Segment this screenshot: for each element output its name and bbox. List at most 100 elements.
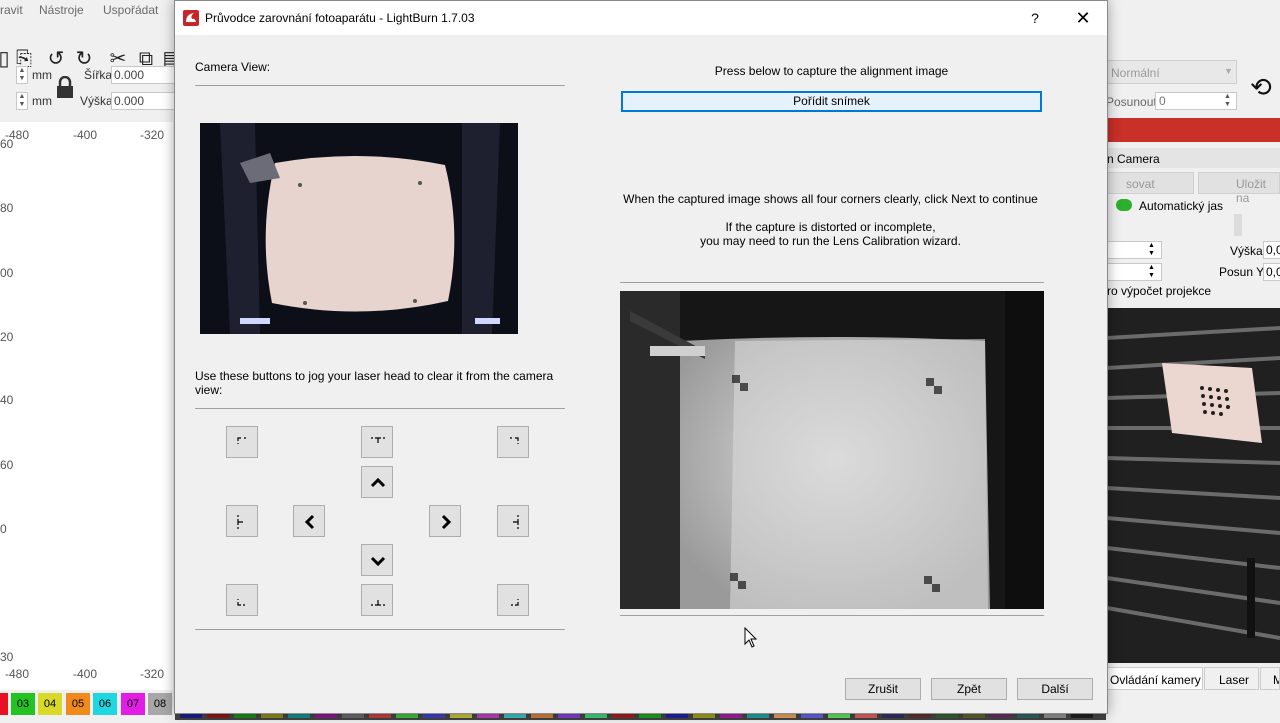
background-right-top bbox=[1107, 0, 1280, 55]
ruler-y-label: 60 bbox=[0, 458, 14, 472]
divider bbox=[195, 408, 565, 409]
jog-left-button[interactable] bbox=[293, 505, 325, 537]
palette-swatch[interactable] bbox=[0, 693, 8, 715]
shift-y-field-value: 0,0 bbox=[1266, 265, 1280, 279]
ruler-y-label: 60 bbox=[0, 137, 14, 151]
shift-y-field[interactable]: 0,0 bbox=[1263, 263, 1280, 281]
palette-swatch[interactable]: 05 bbox=[66, 693, 90, 715]
jog-top-center-button[interactable] bbox=[361, 426, 393, 458]
camera-alignment-dialog: Průvodce zarovnání fotoaparátu - LightBu… bbox=[174, 0, 1108, 714]
ruler-y-label: 20 bbox=[0, 330, 14, 344]
unit-label-2: mm bbox=[32, 94, 52, 108]
background-toolbar: ▯ ⎘ ↺ ↻ ✂ ⧉ ▤ bbox=[0, 22, 181, 70]
jog-top-left-button[interactable] bbox=[226, 426, 258, 458]
camera-button-left[interactable]: sovat bbox=[1107, 172, 1194, 194]
shift-field[interactable]: 0 ▲ ▼ bbox=[1155, 92, 1237, 110]
height-field-right-value: 0,0 bbox=[1266, 243, 1280, 257]
divider bbox=[195, 85, 565, 86]
tab-camera-control[interactable]: Ovládání kamery bbox=[1107, 667, 1203, 690]
mode-select[interactable]: Normální ▼ bbox=[1107, 60, 1237, 84]
save-to-button-label: Uložit na bbox=[1236, 177, 1267, 205]
corner-top-left-icon bbox=[237, 437, 246, 444]
captured-alignment-image bbox=[620, 291, 1044, 609]
next-button[interactable]: Další bbox=[1017, 678, 1093, 700]
ruler-y-label: 30 bbox=[0, 650, 14, 664]
edge-top-icon bbox=[371, 437, 385, 443]
auto-brightness-label: Automatický jas bbox=[1139, 199, 1224, 213]
ruler-x-label: -400 bbox=[73, 667, 98, 681]
jog-bottom-right-button[interactable] bbox=[497, 584, 529, 616]
tab-laser[interactable]: Laser bbox=[1204, 667, 1259, 690]
divider bbox=[620, 282, 1044, 283]
tab-camera-control-label: Ovládání kamery bbox=[1110, 673, 1201, 687]
dialog-title: Průvodce zarovnání fotoaparátu - LightBu… bbox=[205, 11, 475, 25]
jog-bottom-left-button[interactable] bbox=[226, 584, 258, 616]
cancel-button[interactable]: Zrušit bbox=[845, 678, 921, 700]
numeric-field-b[interactable]: ▲ ▼ bbox=[1107, 263, 1162, 281]
projection-text: ro výpočet projekce bbox=[1107, 284, 1212, 298]
tab-laser-label: Laser bbox=[1219, 673, 1250, 687]
arrow-left-icon bbox=[304, 514, 315, 530]
palette-swatch[interactable]: 07 bbox=[121, 693, 145, 715]
menu-edit[interactable]: ravit bbox=[0, 3, 23, 17]
capture-image-button[interactable]: Pořídit snímek bbox=[621, 91, 1042, 112]
chevron-down-icon: ▼ bbox=[1224, 66, 1233, 76]
distort-hint-line1: If the capture is distorted or incomplet… bbox=[725, 220, 936, 234]
camera-live-view bbox=[200, 123, 518, 334]
camera-panel-title: n Camera bbox=[1107, 152, 1160, 166]
ruler-x-label: -480 bbox=[5, 667, 30, 681]
tab-more[interactable]: M bbox=[1260, 667, 1280, 690]
numeric-field-a[interactable]: ▲ ▼ bbox=[1107, 241, 1162, 259]
background-menubar: ravit Nástroje Uspořádat bbox=[0, 0, 175, 22]
background-numeric-panel: ▲ ▼ mm ▲ ▼ mm Šířka 0.000 Výška 0.000 bbox=[0, 60, 175, 120]
arrow-up-icon bbox=[370, 477, 386, 488]
brightness-slider[interactable] bbox=[1234, 214, 1242, 236]
menu-arrange[interactable]: Uspořádat bbox=[103, 3, 158, 17]
camera-refresh-icon[interactable]: ⟲ bbox=[1250, 72, 1272, 103]
toggle-switch-icon[interactable] bbox=[1116, 199, 1132, 211]
unit-label-1: mm bbox=[32, 68, 52, 82]
edge-bottom-icon bbox=[371, 600, 385, 606]
divider bbox=[620, 615, 1044, 616]
edge-right-icon bbox=[513, 515, 519, 529]
height-field-right[interactable]: 0,0 bbox=[1263, 241, 1280, 259]
back-button[interactable]: Zpět bbox=[931, 678, 1007, 700]
shift-y-label: Posun Y bbox=[1219, 265, 1265, 279]
spin-arrows-icon: ▲ ▼ bbox=[1148, 264, 1155, 279]
palette-swatch[interactable]: 03 bbox=[11, 693, 35, 715]
distort-hint-line2: you may need to run the Lens Calibration… bbox=[700, 234, 961, 248]
jog-middle-left-button[interactable] bbox=[226, 505, 258, 537]
jog-top-right-button[interactable] bbox=[497, 426, 529, 458]
jog-down-button[interactable] bbox=[361, 544, 393, 576]
help-button[interactable]: ? bbox=[1023, 7, 1047, 29]
jog-bottom-center-button[interactable] bbox=[361, 584, 393, 616]
height-field[interactable]: 0.000 bbox=[111, 92, 175, 110]
save-to-button[interactable]: Uložit na bbox=[1198, 172, 1280, 205]
divider bbox=[195, 629, 565, 630]
ruler-x-label: -320 bbox=[140, 667, 165, 681]
corner-bottom-right-icon bbox=[511, 599, 519, 606]
background-workspace-canvas[interactable]: -480 -400 -320 60 80 00 20 40 60 0 30 -4… bbox=[0, 122, 173, 690]
width-label: Šířka bbox=[84, 68, 113, 82]
palette-swatch[interactable]: 08 bbox=[148, 693, 172, 715]
jog-right-button[interactable] bbox=[429, 505, 461, 537]
palette-swatch[interactable]: 04 bbox=[38, 693, 62, 715]
close-button[interactable]: ✕ bbox=[1071, 7, 1095, 29]
spin-y[interactable]: ▲ ▼ bbox=[16, 92, 28, 110]
next-hint: When the captured image shows all four c… bbox=[623, 192, 1038, 206]
arrow-right-icon bbox=[441, 514, 452, 530]
jog-up-button[interactable] bbox=[361, 466, 393, 498]
mouse-cursor-icon bbox=[744, 626, 758, 649]
menu-tools[interactable]: Nástroje bbox=[39, 3, 84, 17]
jog-middle-right-button[interactable] bbox=[497, 505, 529, 537]
height-label: Výška bbox=[80, 94, 113, 108]
shift-label: Posunout bbox=[1106, 95, 1157, 109]
palette-swatch[interactable]: 06 bbox=[93, 693, 117, 715]
width-field[interactable]: 0.000 bbox=[111, 66, 175, 84]
lock-icon[interactable] bbox=[55, 75, 75, 98]
spin-x[interactable]: ▲ ▼ bbox=[16, 66, 28, 84]
ruler-y-label: 80 bbox=[0, 201, 14, 215]
mode-select-value: Normální bbox=[1111, 66, 1160, 80]
spin-arrows-icon: ▲ ▼ bbox=[1148, 242, 1155, 257]
background-red-bar bbox=[1107, 118, 1280, 142]
